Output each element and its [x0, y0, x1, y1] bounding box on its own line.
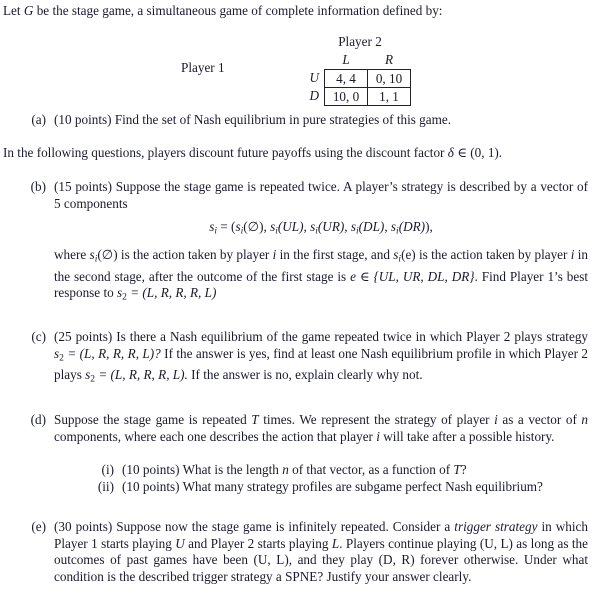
question-item-a: (a) (10 points) Find the set of Nash equ… — [14, 112, 592, 129]
item-a-body: (10 points) Find the set of Nash equilib… — [54, 112, 588, 129]
item-d-var-n: n — [581, 412, 588, 427]
item-b-points: (15 points) — [54, 179, 112, 194]
formula-tail: ), — [425, 219, 433, 235]
formula-equals: = ( — [217, 219, 236, 235]
item-d-i-text-a: What is the length — [182, 462, 283, 477]
item-d-text-e: will take after a possible history. — [379, 428, 555, 444]
item-a-points: (10 points) — [54, 112, 112, 127]
item-a-text: Find the set of Nash equilibrium in pure… — [114, 112, 452, 127]
item-d-ii-text-a: What many strategy profiles are subgame … — [182, 479, 543, 494]
matrix-cell-dl: 10, 0 — [324, 87, 368, 107]
discount-text-before: In the following questions, players disc… — [3, 145, 448, 160]
item-e-var-u: U — [175, 535, 185, 551]
intro-text-before: Let — [3, 3, 24, 18]
item-d-i-points: (10 points) — [122, 462, 180, 477]
question-item-d-i: (i) (10 points) What is the length n of … — [48, 462, 592, 479]
payoff-matrix-inner: Player 2 Player 1 L R U 4, 4 0, 10 D 10,… — [181, 34, 411, 107]
intro-text-after: be the stage game, a simultaneous game o… — [33, 3, 443, 18]
item-b-text-1: Suppose the stage game is repeated twice… — [54, 179, 588, 211]
matrix-cell-ul: 4, 4 — [324, 69, 368, 89]
matrix-row-header-d: D — [309, 88, 319, 104]
item-b-formula: si = (si(∅), si(UL), si(UR), si(DL), si(… — [209, 219, 433, 237]
item-c-strategy-2: = (L, R, R, R, L). — [95, 366, 188, 382]
question-item-d: (d) Suppose the stage game is repeated T… — [14, 412, 592, 445]
item-a-label: (a) — [31, 112, 46, 127]
item-d-body: Suppose the stage game is repeated T tim… — [54, 412, 588, 445]
item-c-text-c: If the answer is no, explain clearly why… — [187, 366, 423, 382]
formula-arg4: (DL) — [358, 219, 385, 235]
player1-label: Player 1 — [181, 60, 225, 75]
item-b-history-set: e ∈ {UL, UR, DL, DR} — [350, 268, 475, 284]
item-b-text-2c: in the first stage, and — [276, 247, 394, 263]
item-d-i-var-n: n — [282, 462, 289, 477]
item-e-text-a: Suppose now the stage game is infinitely… — [116, 519, 455, 534]
item-e-points: (30 points) — [54, 519, 113, 534]
matrix-cell-ur: 0, 10 — [367, 69, 411, 89]
item-b-text-2a: where — [54, 247, 90, 263]
question-item-c: (c) (25 points) Is there a Nash equilibr… — [14, 329, 592, 388]
item-c-text-a: Is there a Nash equilibrium of the game … — [116, 329, 589, 344]
item-d-i-body: (10 points) What is the length n of that… — [122, 462, 588, 479]
formula-arg3: (UR) — [317, 219, 345, 235]
item-d-label: (d) — [30, 412, 46, 427]
item-d-i-var-t: T — [453, 462, 461, 477]
payoff-matrix-table: L R U 4, 4 0, 10 D 10, 0 1, 1 — [303, 52, 411, 107]
item-d-text-b: times. We represent the strategy of play… — [258, 412, 495, 427]
intro-paragraph: Let G be the stage game, a simultaneous … — [3, 3, 589, 20]
formula-arg1: (∅) — [243, 219, 264, 235]
formula-arg2: (UL) — [277, 219, 304, 235]
item-d-i-label: (i) — [101, 462, 114, 477]
matrix-col-header-r: R — [384, 51, 394, 67]
question-item-d-ii: (ii) (10 points) What many strategy prof… — [48, 479, 592, 496]
item-d-i-text-b: of that vector, as a function of — [288, 462, 454, 477]
matrix-row-u: U 4, 4 0, 10 — [303, 69, 411, 89]
matrix-row-header-u: U — [309, 70, 319, 86]
matrix-cell-dr: 1, 1 — [367, 87, 411, 107]
matrix-col-header-l: L — [342, 51, 350, 67]
matrix-corner-cell — [303, 52, 325, 70]
question-item-e: (e) (30 points) Suppose now the stage ga… — [14, 519, 592, 585]
item-c-label: (c) — [31, 329, 46, 344]
item-d-ii-label: (ii) — [97, 479, 114, 494]
item-d-ii-points: (10 points) — [122, 479, 180, 494]
discount-text-after: ∈ (0, 1). — [453, 145, 503, 160]
item-b-text-2b: (∅) is the action taken by player — [97, 247, 273, 263]
payoff-matrix-block: Player 2 Player 1 L R U 4, 4 0, 10 D 10,… — [0, 34, 592, 107]
document-page: Let G be the stage game, a simultaneous … — [0, 0, 592, 609]
formula-arg5: (DR) — [398, 219, 426, 235]
item-c-points: (25 points) — [54, 329, 113, 344]
item-d-text-a: Suppose the stage game is repeated — [54, 412, 252, 427]
item-d-text-c: as a vector of — [497, 412, 582, 427]
item-b-text-2d: (e) is the action taken by player — [401, 247, 571, 263]
item-d-text-d: components, where each one describes the… — [54, 428, 377, 444]
item-d-i-text-c: ? — [460, 462, 467, 477]
item-e-trigger-strategy-term: trigger strategy — [454, 519, 538, 534]
matrix-header-row: L R — [303, 52, 411, 70]
item-e-body: (30 points) Suppose now the stage game i… — [54, 519, 588, 585]
item-b-s2-value: = (L, R, R, R, L) — [126, 285, 217, 301]
item-b-body: (15 points) Suppose the stage game is re… — [54, 179, 588, 307]
matrix-row-d: D 10, 0 1, 1 — [303, 87, 411, 107]
item-c-body: (25 points) Is there a Nash equilibrium … — [54, 329, 588, 388]
item-e-label: (e) — [31, 519, 46, 534]
item-e-text-c: and Player 2 starts playing — [184, 535, 332, 551]
item-d-var-t: T — [251, 412, 259, 427]
question-item-b: (b) (15 points) Suppose the stage game i… — [14, 179, 592, 307]
item-b-label: (b) — [30, 179, 46, 194]
discount-factor-paragraph: In the following questions, players disc… — [3, 145, 589, 162]
item-d-ii-body: (10 points) What many strategy profiles … — [122, 479, 588, 496]
item-c-strategy-1: = (L, R, R, R, L)? — [63, 345, 161, 361]
player2-label: Player 2 — [338, 34, 382, 49]
intro-variable-g: G — [23, 3, 34, 18]
